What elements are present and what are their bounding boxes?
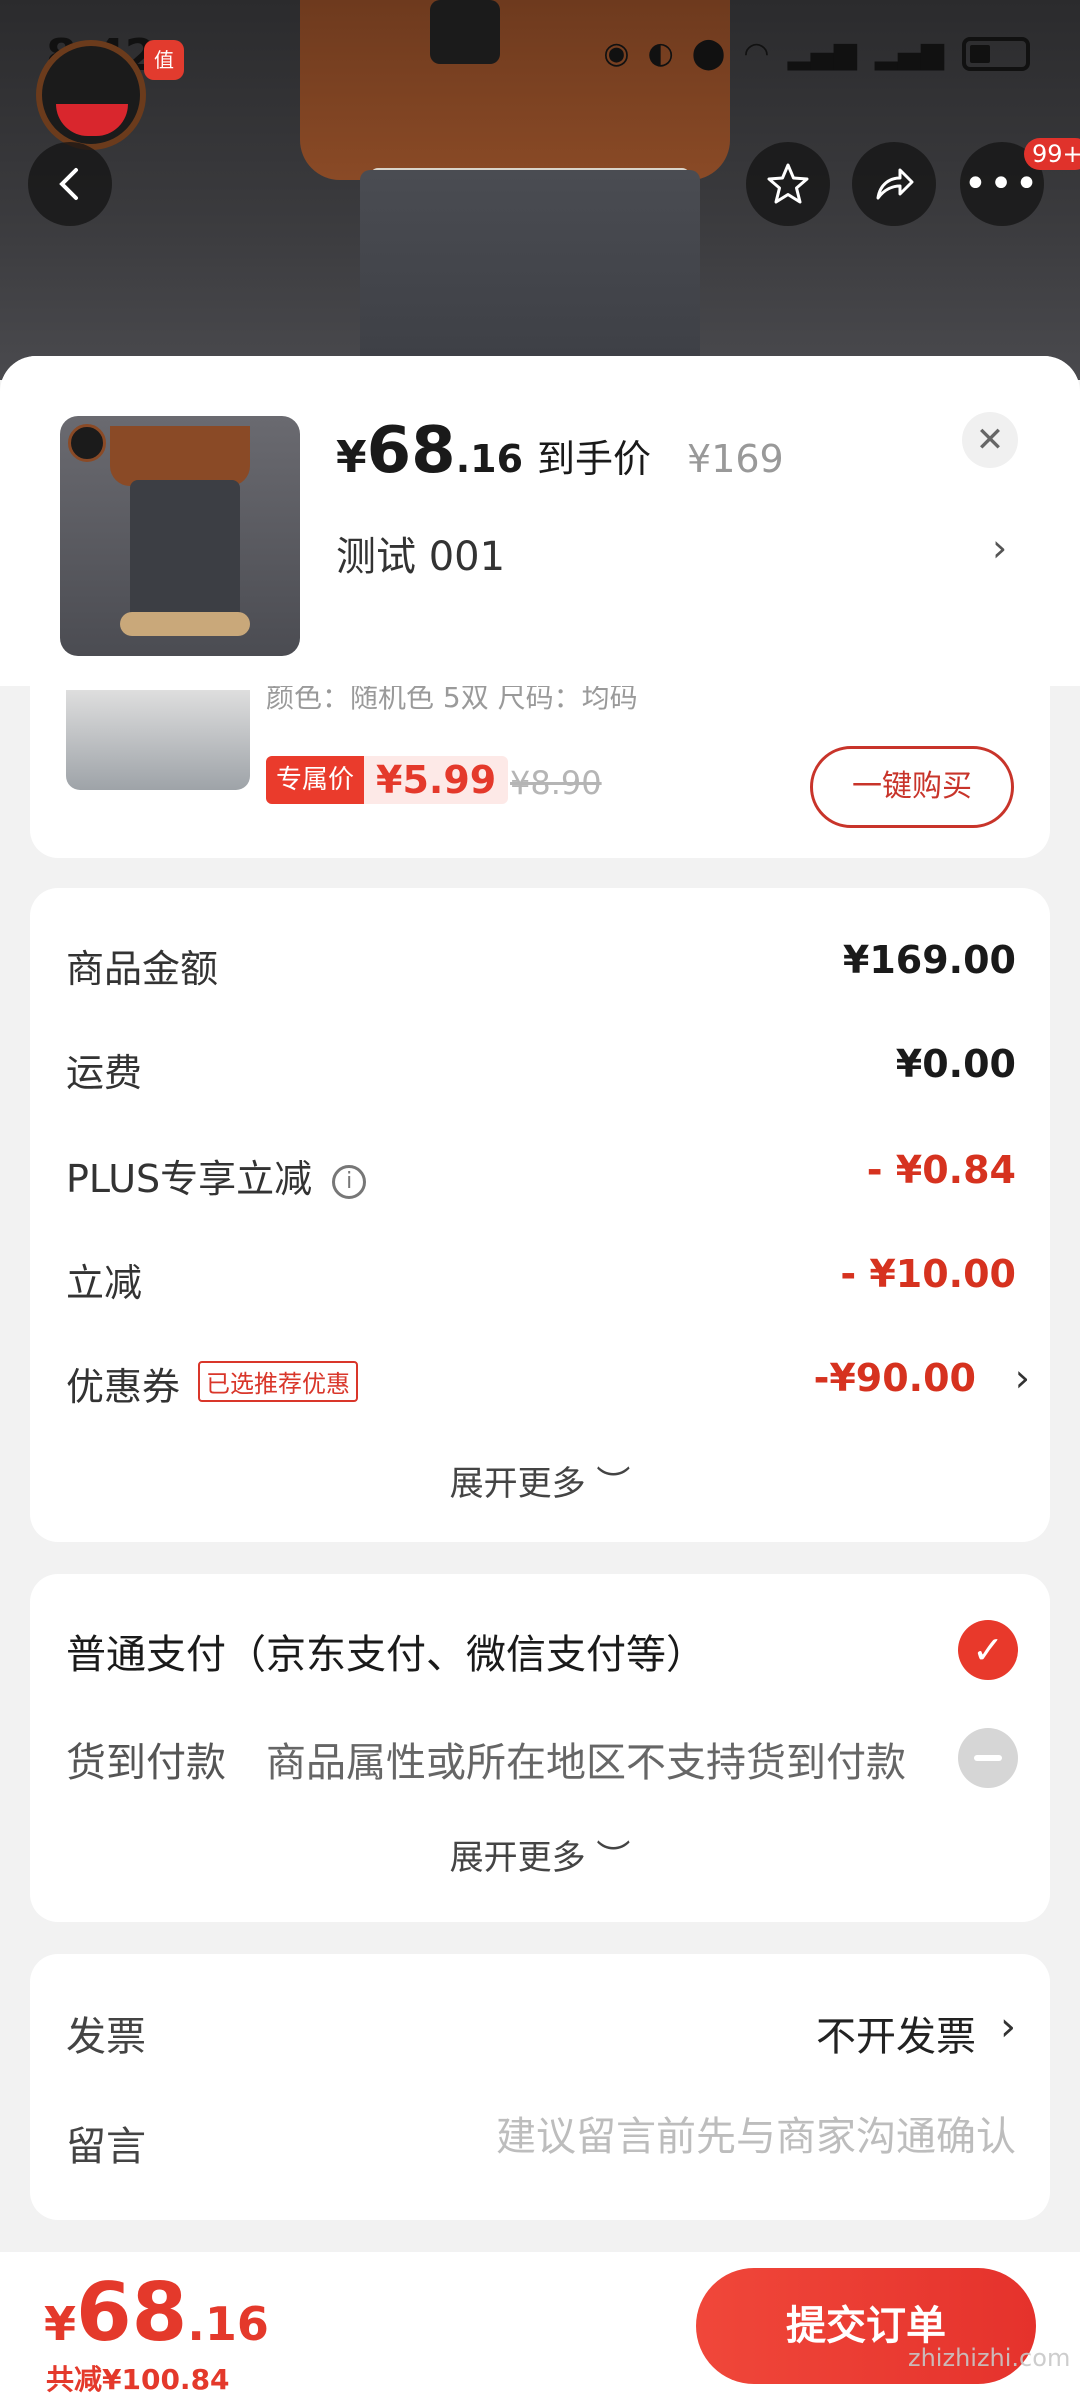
summary-value: - ¥0.84 (866, 1148, 1016, 1192)
addon-spec: 颜色：随机色 5双 尺码：均码 (266, 686, 638, 714)
summary-label: PLUS专享立减 (66, 1157, 313, 1201)
original-price: ¥169 (687, 437, 784, 481)
share-button[interactable] (852, 142, 936, 226)
summary-row-plus-discount: PLUS专享立减 i - ¥0.84 (66, 1148, 1016, 1208)
summary-value: -¥90.00 (813, 1356, 976, 1400)
info-icon[interactable]: i (332, 1165, 367, 1199)
product-price: ¥ 68 .16 到手价 ¥169 (336, 414, 784, 488)
invoice-value: 不开发票 (816, 2014, 976, 2060)
addon-old-price: ¥8.90 (510, 764, 602, 802)
signal-4g-icon: ▂▄▆ (787, 36, 857, 71)
summary-label-wrap: 优惠券 已选推荐优惠 (66, 1356, 359, 1411)
backdrop-pants (360, 170, 700, 380)
summary-label: 商品金额 (66, 947, 219, 991)
site-watermark: zhizhizhi.com (908, 2344, 1071, 2372)
exclusive-label: 专属价 (266, 756, 365, 804)
thumb-pants (130, 480, 240, 620)
summary-row-goods: 商品金额 ¥169.00 (66, 938, 1016, 998)
summary-label: 运费 (66, 1051, 143, 1095)
coupon-recommended-tag: 已选推荐优惠 (198, 1361, 359, 1402)
addon-product-card: 颜色：随机色 5双 尺码：均码 专属价 ¥5.99 ¥8.90 一键购买 (30, 686, 1050, 858)
more-dots-icon: ••• (963, 161, 1041, 207)
status-icons: ◉ ◐ ⬤ ◠ ▂▄▆ ▂▄▆ (603, 36, 1030, 71)
product-spec-selector[interactable]: 测试 001 (336, 524, 505, 582)
share-icon (876, 168, 914, 200)
backdrop-shirt (300, 0, 730, 180)
sheet-header: ¥ 68 .16 到手价 ¥169 ✕ 测试 001 › (0, 356, 1080, 686)
payment-option-label: 普通支付（京东支付、微信支付等） (66, 1632, 706, 1678)
exclusive-price-tag: 专属价 ¥5.99 (266, 756, 509, 804)
total-currency: ¥ (44, 2297, 77, 2351)
bottom-checkout-bar: ¥68.16 共减¥100.84 提交订单 (0, 2252, 1080, 2400)
star-icon (767, 163, 809, 204)
invoice-label: 发票 (66, 2014, 146, 2060)
monkey-mouth (56, 104, 128, 136)
order-sheet: ¥ 68 .16 到手价 ¥169 ✕ 测试 001 › 颜色：随机色 5双 尺… (0, 356, 1080, 2400)
one-click-buy-button[interactable]: 一键购买 (810, 746, 1014, 828)
chevron-right-icon[interactable]: › (1015, 1356, 1030, 1400)
total-saved: 共减¥100.84 (46, 2363, 230, 2396)
wifi-icon: ◠ (743, 36, 770, 71)
chevron-right-icon[interactable]: › (1000, 2004, 1016, 2050)
payment-method-card: 普通支付（京东支付、微信支付等） ✓ 货到付款 商品属性或所在地区不支持货到付款… (30, 1574, 1050, 1922)
back-button[interactable] (28, 142, 112, 226)
thumb-shoes (120, 612, 250, 636)
total-price: ¥68.16 (44, 2266, 269, 2359)
expand-more-summary[interactable]: 展开更多 ︶ (30, 1456, 1050, 1505)
favorite-button[interactable] (746, 142, 830, 226)
summary-value: ¥0.00 (895, 1042, 1016, 1086)
summary-label-wrap: PLUS专享立减 i (66, 1148, 367, 1203)
summary-value: - ¥10.00 (840, 1252, 1016, 1296)
total-decimal: .16 (187, 2297, 269, 2351)
message-row: 留言 (66, 2114, 1016, 2174)
thumb-brand-icon (68, 424, 106, 462)
disabled-radio-icon (958, 1728, 1018, 1788)
price-summary-card: 商品金额 ¥169.00 运费 ¥0.00 PLUS专享立减 i - ¥0.84 … (30, 888, 1050, 1542)
mute-icon: ◐ (647, 36, 674, 71)
location-icon: ⬤ (691, 36, 726, 71)
close-button[interactable]: ✕ (962, 412, 1018, 468)
price-currency: ¥ (336, 432, 367, 483)
summary-label: 优惠券 (66, 1365, 181, 1409)
thumb-shirt (110, 426, 250, 486)
summary-label: 立减 (66, 1261, 143, 1305)
battery-icon (962, 36, 1030, 71)
product-thumbnail[interactable] (60, 416, 300, 656)
invoice-row[interactable]: 发票 不开发票 › (66, 2004, 1016, 2064)
price-decimal: .16 (455, 437, 524, 481)
summary-value: ¥169.00 (842, 938, 1016, 982)
eye-icon: ◉ (603, 36, 630, 71)
total-integer: 68 (76, 2266, 188, 2359)
summary-row-instant-discount: 立减 - ¥10.00 (66, 1252, 1016, 1312)
expand-more-payment[interactable]: 展开更多 ︶ (30, 1830, 1050, 1879)
price-label: 到手价 (537, 437, 652, 481)
chevron-right-icon[interactable]: › (992, 526, 1007, 570)
close-icon: ✕ (975, 420, 1005, 460)
message-count-badge: 99+ (1024, 138, 1080, 170)
app-badge: 值 (144, 40, 184, 80)
summary-row-shipping: 运费 ¥0.00 (66, 1042, 1016, 1102)
payment-option-cod: 货到付款 商品属性或所在地区不支持货到付款 (66, 1728, 1036, 1790)
checkmark-icon[interactable]: ✓ (958, 1620, 1018, 1680)
invoice-message-card: 发票 不开发票 › 留言 (30, 1954, 1050, 2220)
payment-option-label: 货到付款 (66, 1740, 226, 1786)
price-integer: 68 (366, 414, 456, 488)
cod-unavailable-note: 商品属性或所在地区不支持货到付款 (266, 1740, 906, 1786)
signal-4g-icon-2: ▂▄▆ (874, 36, 944, 71)
payment-option-normal[interactable]: 普通支付（京东支付、微信支付等） ✓ (66, 1620, 1036, 1682)
summary-row-coupon[interactable]: 优惠券 已选推荐优惠 -¥90.00 › (66, 1356, 1030, 1416)
monkey-logo-icon (36, 40, 146, 150)
message-input[interactable] (376, 2114, 1016, 2160)
exclusive-price: ¥5.99 (376, 758, 497, 802)
message-label: 留言 (66, 2124, 146, 2170)
chevron-left-icon (59, 168, 78, 200)
addon-product-image[interactable] (66, 690, 250, 790)
